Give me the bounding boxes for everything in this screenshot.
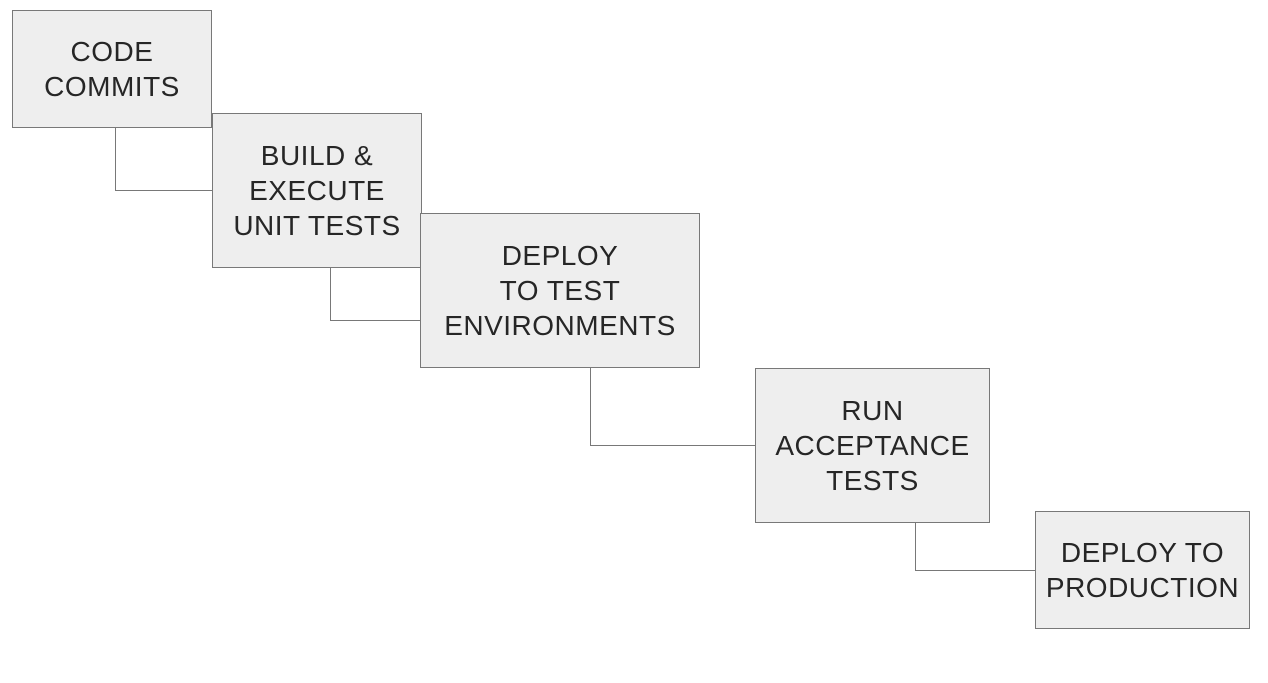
box-deploy-test-env: DEPLOY TO TEST ENVIRONMENTS	[420, 213, 700, 368]
box-build-unit-tests: BUILD & EXECUTE UNIT TESTS	[212, 113, 422, 268]
pipeline-diagram: CODE COMMITS BUILD & EXECUTE UNIT TESTS …	[0, 0, 1268, 683]
box-deploy-production: DEPLOY TO PRODUCTION	[1035, 511, 1250, 629]
box-code-commits: CODE COMMITS	[12, 10, 212, 128]
box-run-acceptance-tests: RUN ACCEPTANCE TESTS	[755, 368, 990, 523]
